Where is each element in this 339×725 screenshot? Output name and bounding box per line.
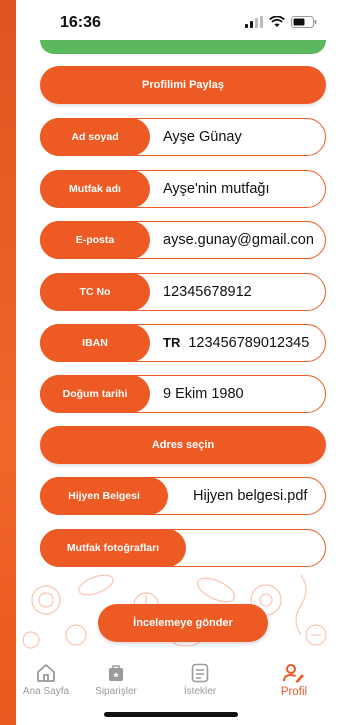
birth-date-field[interactable]: Doğum tarihi 9 Ekim 1980 bbox=[40, 374, 326, 413]
home-icon bbox=[37, 664, 55, 682]
field-label: E-posta bbox=[40, 220, 150, 259]
status-bar: 16:36 bbox=[16, 0, 339, 44]
wifi-icon bbox=[269, 16, 285, 27]
field-value: ayse.gunay@gmail.con bbox=[163, 231, 314, 248]
iban-field[interactable]: IBAN TR 123456789012345 bbox=[40, 323, 326, 362]
submit-review-button[interactable]: İncelemeye gönder bbox=[98, 604, 268, 642]
select-address-button[interactable]: Adres seçin bbox=[40, 426, 326, 464]
status-icons bbox=[245, 16, 317, 28]
field-value: 9 Ekim 1980 bbox=[163, 385, 244, 402]
hygiene-certificate-field[interactable]: Hijyen Belgesi Hijyen belgesi.pdf bbox=[40, 476, 326, 515]
tab-requests[interactable]: İstekler bbox=[165, 663, 235, 697]
email-field[interactable]: E-posta ayse.gunay@gmail.con bbox=[40, 220, 326, 259]
tab-label: Ana Sayfa bbox=[22, 686, 70, 697]
success-banner bbox=[40, 40, 326, 54]
field-label: Mutfak adı bbox=[40, 169, 150, 208]
iban-prefix: TR bbox=[163, 335, 181, 350]
battery-icon bbox=[291, 16, 317, 28]
tab-label: İstekler bbox=[183, 686, 217, 697]
field-label: Ad soyad bbox=[40, 117, 150, 156]
tab-label: Profil bbox=[280, 686, 308, 698]
home-indicator[interactable] bbox=[104, 712, 238, 717]
orders-bag-icon bbox=[109, 665, 123, 681]
field-label: TC No bbox=[40, 272, 150, 311]
iban-number: 123456789012345 bbox=[188, 334, 310, 351]
tc-number-field[interactable]: TC No 12345678912 bbox=[40, 272, 326, 311]
background-edge bbox=[0, 0, 16, 725]
field-value: 12345678912 bbox=[163, 283, 252, 300]
field-value: Ayşe'nin mutfağı bbox=[163, 180, 270, 197]
kitchen-name-field[interactable]: Mutfak adı Ayşe'nin mutfağı bbox=[40, 169, 326, 208]
tab-label: Siparişler bbox=[95, 686, 137, 697]
field-label: Hijyen Belgesi bbox=[40, 476, 168, 515]
tab-home[interactable]: Ana Sayfa bbox=[16, 663, 81, 697]
profile-edit-icon bbox=[283, 664, 304, 683]
profile-screen: 16:36 Profilimi Paylaş Ad soyad Ayşe Gün… bbox=[16, 0, 339, 725]
full-name-field[interactable]: Ad soyad Ayşe Günay bbox=[40, 117, 326, 156]
tab-orders[interactable]: Siparişler bbox=[81, 663, 151, 697]
field-value: TR 123456789012345 bbox=[163, 325, 309, 360]
list-icon bbox=[191, 663, 209, 683]
field-label: IBAN bbox=[40, 323, 150, 362]
field-label: Doğum tarihi bbox=[40, 374, 150, 413]
field-value: Hijyen belgesi.pdf bbox=[193, 487, 308, 504]
field-value: Ayşe Günay bbox=[163, 128, 242, 145]
tab-profile[interactable]: Profil bbox=[259, 663, 329, 698]
status-time: 16:36 bbox=[60, 14, 101, 31]
signal-icon bbox=[245, 16, 263, 28]
share-profile-button[interactable]: Profilimi Paylaş bbox=[40, 66, 326, 104]
